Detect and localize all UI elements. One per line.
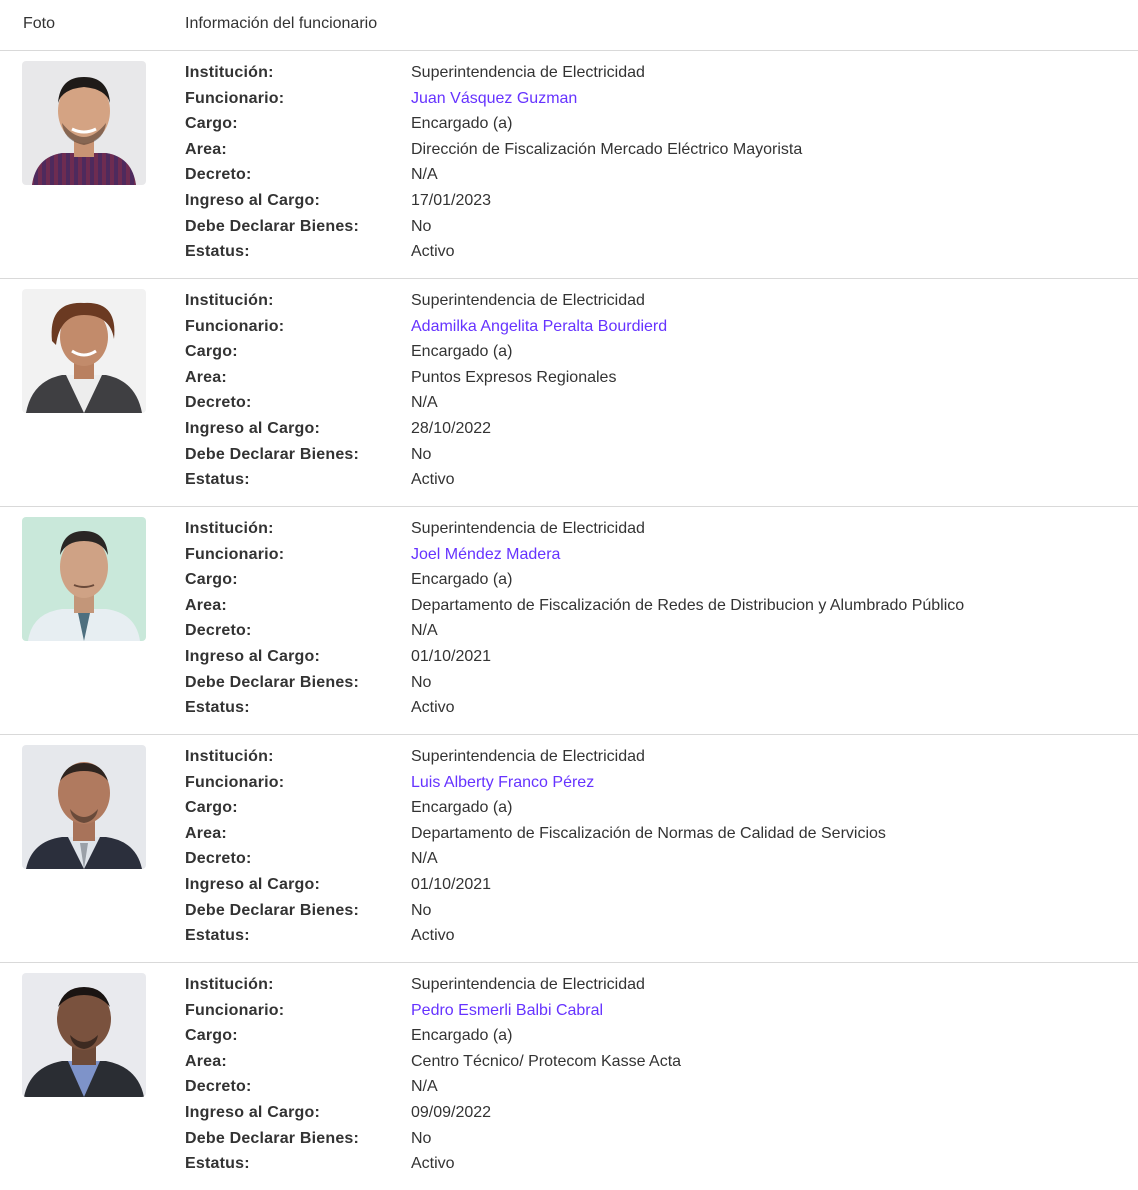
field-institucion: Institución: Superintendencia de Electric… [185,520,645,537]
field-estatus: Estatus: Activo [185,927,455,945]
ingreso-value: 01/10/2021 [411,647,492,665]
field-funcionario: Funcionario: Luis Alberty Franco Pérez [185,773,595,793]
institucion-value: Superintendencia de Electricidad [411,292,645,309]
area-value: Departamento de Fiscalización de Normas … [411,824,886,842]
field-area: Area: Centro Técnico/ Protecom Kasse Acta [185,1052,682,1070]
cargo-value: Encargado (a) [411,115,513,133]
institucion-value: Superintendencia de Electricidad [411,520,645,537]
field-institucion: Institución: Superintendencia de Electric… [185,748,645,765]
field-cargo: Cargo: Encargado (a) [185,115,513,133]
declarar-value: No [411,1129,432,1147]
table-row: Institución: Superintendencia de Electric… [0,279,1138,507]
field-funcionario: Funcionario: Joel Méndez Madera [185,545,561,565]
funcionario-link[interactable]: Adamilka Angelita Peralta Bourdierd [411,317,667,337]
field-ingreso: Ingreso al Cargo: 01/10/2021 [185,875,492,893]
decreto-value: N/A [411,622,438,640]
official-photo [22,973,146,1097]
official-info: Institución: Superintendencia de Electric… [185,975,1138,1180]
table-row: Institución: Superintendencia de Electric… [0,963,1138,1190]
field-ingreso: Ingreso al Cargo: 01/10/2021 [185,647,492,665]
field-declarar: Debe Declarar Bienes: No [185,217,432,235]
field-funcionario: Funcionario: Juan Vásquez Guzman [185,89,578,109]
field-decreto: Decreto: N/A [185,166,438,184]
funcionario-link[interactable]: Juan Vásquez Guzman [411,89,577,109]
field-institucion: Institución: Superintendencia de Electric… [185,292,645,309]
table-row: Institución: Superintendencia de Electric… [0,51,1138,279]
estatus-value: Activo [411,927,455,945]
official-info: Institución: Superintendencia de Electric… [185,291,1138,496]
field-cargo: Cargo: Encargado (a) [185,571,513,589]
field-institucion: Institución: Superintendencia de Electric… [185,976,645,993]
declarar-value: No [411,901,432,919]
field-ingreso: Ingreso al Cargo: 17/01/2023 [185,191,492,209]
estatus-value: Activo [411,699,455,717]
field-cargo: Cargo: Encargado (a) [185,343,513,361]
decreto-value: N/A [411,394,438,412]
field-decreto: Decreto: N/A [185,394,438,412]
area-value: Centro Técnico/ Protecom Kasse Acta [411,1052,682,1070]
header-info: Información del funcionario [185,15,378,32]
ingreso-value: 09/09/2022 [411,1103,492,1121]
field-area: Area: Departamento de Fiscalización de No… [185,824,886,842]
field-area: Area: Departamento de Fiscalización de Re… [185,596,965,614]
field-declarar: Debe Declarar Bienes: No [185,445,432,463]
field-estatus: Estatus: Activo [185,699,455,717]
field-ingreso: Ingreso al Cargo: 09/09/2022 [185,1103,492,1121]
field-decreto: Decreto: N/A [185,850,438,868]
funcionario-link[interactable]: Luis Alberty Franco Pérez [411,773,594,793]
estatus-value: Activo [411,471,455,489]
field-cargo: Cargo: Encargado (a) [185,799,513,817]
field-cargo: Cargo: Encargado (a) [185,1027,513,1045]
decreto-value: N/A [411,166,438,184]
field-decreto: Decreto: N/A [185,622,438,640]
declarar-value: No [411,445,432,463]
field-institucion: Institución: Superintendencia de Electric… [185,64,645,81]
official-info: Institución: Superintendencia de Electric… [185,519,1138,724]
field-declarar: Debe Declarar Bienes: No [185,901,432,919]
table-header: Foto Información del funcionario [0,0,1138,51]
institucion-value: Superintendencia de Electricidad [411,748,645,765]
declarar-value: No [411,217,432,235]
official-photo [22,289,146,413]
ingreso-value: 28/10/2022 [411,419,492,437]
field-ingreso: Ingreso al Cargo: 28/10/2022 [185,419,492,437]
field-funcionario: Funcionario: Adamilka Angelita Peralta Bo… [185,317,668,337]
field-estatus: Estatus: Activo [185,1155,455,1173]
table-row: Institución: Superintendencia de Electric… [0,735,1138,963]
official-photo [22,61,146,185]
estatus-value: Activo [411,1155,455,1173]
field-decreto: Decreto: N/A [185,1078,438,1096]
field-area: Area: Puntos Expresos Regionales [185,368,617,386]
institucion-value: Superintendencia de Electricidad [411,976,645,993]
area-value: Departamento de Fiscalización de Redes d… [411,596,965,614]
estatus-value: Activo [411,243,455,261]
cargo-value: Encargado (a) [411,343,513,361]
funcionario-link[interactable]: Joel Méndez Madera [411,545,560,565]
cargo-value: Encargado (a) [411,799,513,817]
decreto-value: N/A [411,850,438,868]
field-estatus: Estatus: Activo [185,243,455,261]
declarar-value: No [411,673,432,691]
cargo-value: Encargado (a) [411,571,513,589]
ingreso-value: 01/10/2021 [411,875,492,893]
official-info: Institución: Superintendencia de Electric… [185,63,1138,268]
official-photo [22,745,146,869]
officials-table: Foto Información del funcionario Institu… [0,0,1138,1190]
institucion-value: Superintendencia de Electricidad [411,64,645,81]
area-value: Puntos Expresos Regionales [411,368,617,386]
field-funcionario: Funcionario: Pedro Esmerli Balbi Cabral [185,1001,604,1021]
header-foto: Foto [23,15,56,32]
funcionario-link[interactable]: Pedro Esmerli Balbi Cabral [411,1001,603,1021]
area-value: Dirección de Fiscalización Mercado Eléct… [411,140,803,158]
table-row: Institución: Superintendencia de Electric… [0,507,1138,735]
decreto-value: N/A [411,1078,438,1096]
official-info: Institución: Superintendencia de Electric… [185,747,1138,952]
cargo-value: Encargado (a) [411,1027,513,1045]
field-area: Area: Dirección de Fiscalización Mercado … [185,140,803,158]
field-estatus: Estatus: Activo [185,471,455,489]
field-declarar: Debe Declarar Bienes: No [185,1129,432,1147]
field-declarar: Debe Declarar Bienes: No [185,673,432,691]
official-photo [22,517,146,641]
ingreso-value: 17/01/2023 [411,191,492,209]
